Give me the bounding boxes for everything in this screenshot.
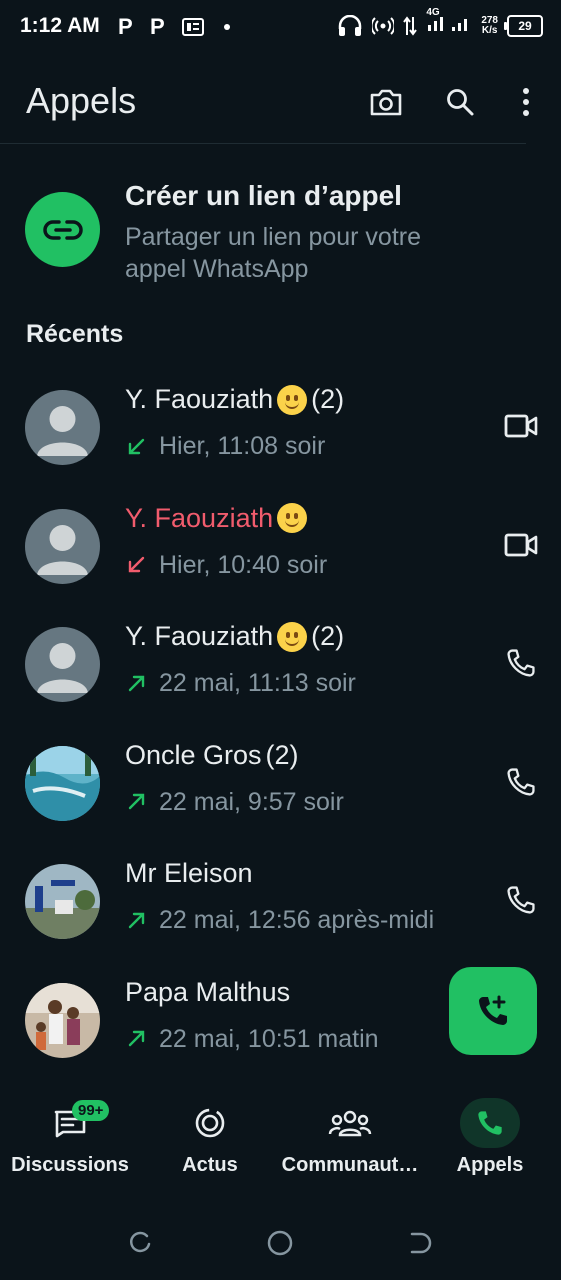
avatar[interactable] — [25, 745, 100, 821]
call-time: Hier, 10:40 soir — [159, 550, 328, 579]
call-meta: 22 mai, 10:51 matin — [125, 1025, 379, 1054]
contact-name: Oncle Gros (2) — [125, 740, 299, 771]
header-divider — [0, 143, 526, 144]
voice-call-icon — [507, 649, 535, 677]
call-time: Hier, 11:08 soir — [159, 432, 326, 460]
data-transfer-icon — [403, 15, 418, 36]
outgoing-call-arrow-icon — [128, 793, 145, 810]
create-call-link-button[interactable] — [25, 192, 100, 267]
nav-actus[interactable]: Actus — [140, 1098, 280, 1177]
avatar[interactable] — [25, 390, 100, 465]
contact-name-text: Papa Malthus — [125, 976, 291, 1007]
call-time: 22 mai, 12:56 après-midi — [159, 906, 435, 934]
recent-section-title: Récents — [26, 320, 124, 348]
contact-name-text: Y. Faouziath — [125, 502, 274, 533]
battery-indicator: 29 — [504, 14, 543, 37]
video-call-button[interactable] — [501, 527, 541, 563]
news-app-icon — [182, 18, 204, 36]
link-icon — [42, 219, 83, 240]
avatar[interactable] — [25, 864, 100, 939]
network-type: 4G — [426, 7, 440, 18]
camera-icon[interactable] — [366, 84, 406, 120]
updates-icon — [195, 1108, 225, 1138]
nav-appels[interactable]: Appels — [420, 1098, 560, 1177]
smiling-face-emoji-icon — [277, 503, 308, 533]
add-call-icon — [479, 995, 507, 1025]
create-call-link-title[interactable]: Créer un lien d’appel — [125, 180, 402, 212]
voice-call-icon — [507, 767, 535, 796]
smiling-face-emoji-icon — [277, 384, 308, 415]
missed-call-arrow-icon — [128, 556, 145, 573]
avatar[interactable] — [25, 627, 100, 702]
contact-name: Y. Faouziath (2) — [125, 621, 344, 652]
video-call-icon — [504, 414, 538, 438]
voice-call-button[interactable] — [501, 764, 541, 800]
status-time: 1:12 AM — [20, 14, 100, 37]
call-meta: 22 mai, 11:13 soir — [125, 669, 356, 698]
contact-name: Mr Eleison — [125, 858, 253, 889]
notification-dot-icon — [224, 24, 230, 30]
page-title: Appels — [26, 80, 137, 121]
smiling-face-emoji-icon — [277, 621, 308, 652]
contact-name-text: Oncle Gros — [125, 739, 262, 770]
call-time: 22 mai, 9:57 soir — [159, 787, 344, 816]
home-button[interactable] — [265, 1228, 295, 1258]
call-time: 22 mai, 11:13 soir — [159, 669, 356, 697]
contact-name-text: Y. Faouziath — [125, 384, 274, 414]
nav-label: Communaut… — [281, 1154, 419, 1176]
nav-label: Appels — [456, 1154, 524, 1176]
status-notification-icons: P P — [118, 16, 230, 38]
communities-icon — [328, 1110, 372, 1137]
video-call-button[interactable] — [501, 408, 541, 444]
nav-communities[interactable]: Communaut… — [280, 1098, 420, 1177]
video-call-icon — [504, 533, 538, 556]
create-call-link-subtitle: Partager un lien pour votre appel WhatsA… — [125, 223, 422, 283]
call-row[interactable]: Y. Faouziath (2) Hier, 11:08 soir — [0, 384, 561, 508]
network-speed: 278 K/s — [481, 14, 498, 36]
hotspot-icon — [372, 16, 395, 35]
outgoing-call-arrow-icon — [128, 1030, 145, 1047]
call-count: (2) — [265, 739, 299, 770]
call-time: 22 mai, 10:51 matin — [159, 1024, 379, 1053]
back-button[interactable] — [405, 1228, 435, 1258]
parking-app-icon: P — [150, 14, 165, 39]
voice-call-button[interactable] — [501, 645, 541, 681]
contact-name-text: Mr Eleison — [125, 858, 253, 888]
outgoing-call-arrow-icon — [128, 912, 145, 928]
call-row[interactable]: Y. Faouziath (2) 22 mai, 11:13 soir — [0, 621, 561, 745]
call-meta: Hier, 11:08 soir — [125, 432, 325, 461]
incoming-call-arrow-icon — [128, 438, 145, 454]
new-call-button[interactable] — [449, 967, 537, 1055]
contact-name: Papa Malthus — [125, 977, 290, 1008]
call-meta: 22 mai, 9:57 soir — [125, 788, 344, 817]
contact-name-text: Y. Faouziath — [125, 621, 274, 651]
parking-app-icon: P — [118, 14, 133, 39]
status-system-icons: 4G 278 K/s 29 — [337, 7, 543, 38]
call-row[interactable]: Y. Faouziath Hier, 10:40 soir — [0, 503, 561, 627]
call-meta: 22 mai, 12:56 après-midi — [125, 906, 434, 935]
call-count: (2) — [311, 384, 345, 414]
headset-icon — [339, 14, 362, 36]
outgoing-call-arrow-icon — [128, 675, 145, 691]
voice-call-button[interactable] — [501, 882, 541, 918]
nav-discussions[interactable]: 99+ Discussions — [0, 1098, 140, 1177]
voice-call-icon — [507, 886, 535, 914]
more-options-icon[interactable] — [506, 84, 546, 120]
recent-apps-button[interactable] — [125, 1228, 155, 1258]
avatar[interactable] — [25, 508, 100, 584]
call-meta: Hier, 10:40 soir — [125, 551, 327, 580]
search-icon[interactable] — [440, 84, 480, 120]
avatar[interactable] — [25, 982, 100, 1058]
contact-name: Y. Faouziath — [125, 502, 308, 534]
phone-icon — [478, 1111, 502, 1135]
nav-label: Actus — [182, 1154, 238, 1176]
active-indicator — [460, 1098, 520, 1148]
nav-label: Discussions — [11, 1154, 129, 1176]
contact-name: Y. Faouziath (2) — [125, 384, 344, 415]
call-row[interactable]: Oncle Gros (2) 22 mai, 9:57 soir — [0, 740, 561, 864]
call-count: (2) — [311, 621, 345, 651]
call-row[interactable]: Mr Eleison 22 mai, 12:56 après-midi — [0, 858, 561, 982]
unread-badge: 99+ — [72, 1100, 110, 1121]
